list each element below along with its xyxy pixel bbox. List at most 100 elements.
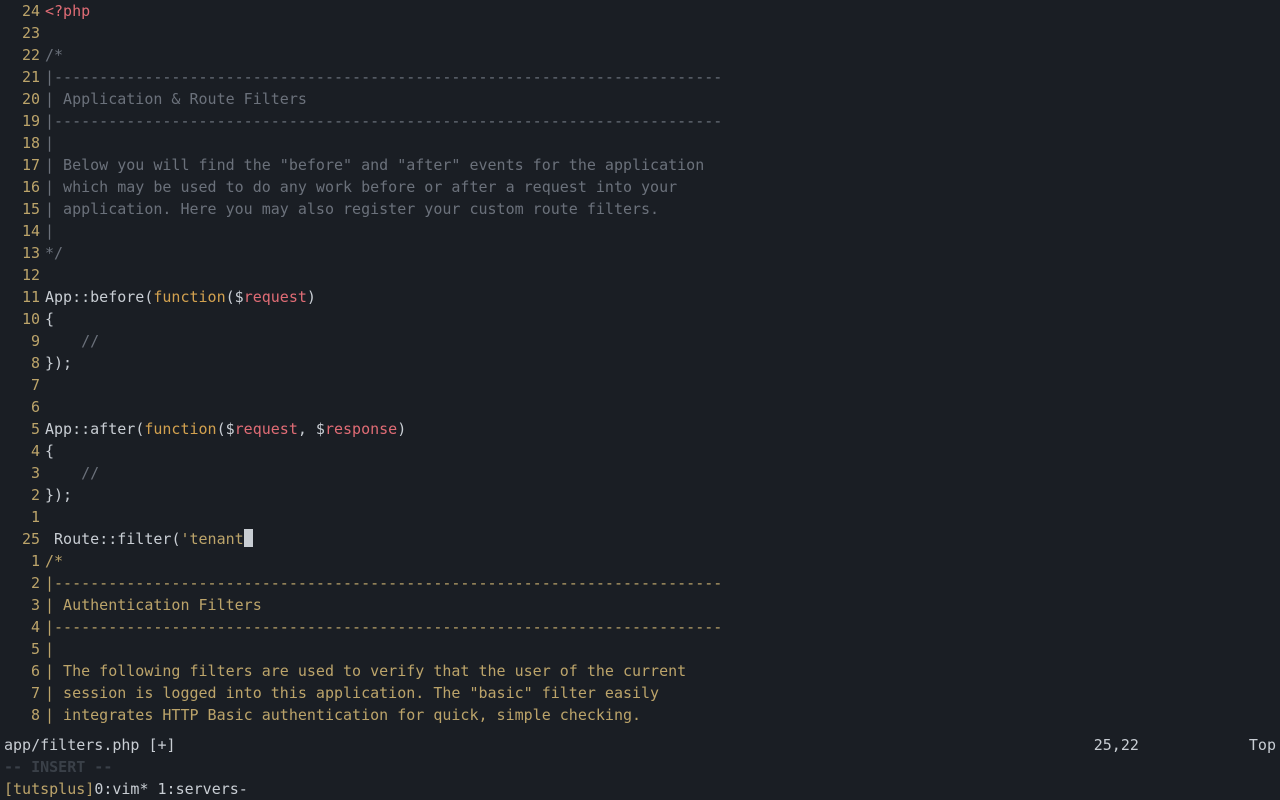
line-content[interactable]: | The following filters are used to veri… [42,660,1280,682]
code-line[interactable]: 22/* [0,44,1280,66]
code-line[interactable]: 14| [0,220,1280,242]
code-line[interactable]: 5App::after(function($request, $response… [0,418,1280,440]
line-content[interactable] [42,396,1280,418]
line-number: 9 [0,330,42,352]
code-line[interactable]: 1/* [0,550,1280,572]
code-line[interactable]: 8}); [0,352,1280,374]
line-content[interactable]: | integrates HTTP Basic authentication f… [42,704,1280,726]
line-number: 19 [0,110,42,132]
line-content[interactable]: |---------------------------------------… [42,110,1280,132]
code-line[interactable]: 2|--------------------------------------… [0,572,1280,594]
line-content[interactable]: }); [42,484,1280,506]
line-content[interactable] [42,506,1280,528]
line-number: 20 [0,88,42,110]
line-content[interactable]: | [42,638,1280,660]
tmux-window-list[interactable]: 0:vim* 1:servers- [94,778,248,800]
line-content[interactable]: */ [42,242,1280,264]
line-content[interactable]: Route::filter('tenant [42,528,1280,550]
code-line[interactable]: 24<?php [0,0,1280,22]
line-number: 5 [0,418,42,440]
code-line[interactable]: 19|-------------------------------------… [0,110,1280,132]
vim-mode-bar: -- INSERT -- [0,756,1280,778]
line-number: 4 [0,616,42,638]
code-line[interactable]: 7| session is logged into this applicati… [0,682,1280,704]
code-line[interactable]: 16| which may be used to do any work bef… [0,176,1280,198]
line-number: 7 [0,682,42,704]
line-content[interactable]: | which may be used to do any work befor… [42,176,1280,198]
line-number: 6 [0,396,42,418]
line-number: 23 [0,22,42,44]
code-line[interactable]: 17| Below you will find the "before" and… [0,154,1280,176]
line-content[interactable]: | Below you will find the "before" and "… [42,154,1280,176]
code-line[interactable]: 4{ [0,440,1280,462]
code-line[interactable]: 4|--------------------------------------… [0,616,1280,638]
line-content[interactable]: | [42,132,1280,154]
line-number: 1 [0,550,42,572]
line-number: 3 [0,462,42,484]
line-content[interactable]: App::before(function($request) [42,286,1280,308]
line-number: 21 [0,66,42,88]
line-content[interactable]: /* [42,44,1280,66]
code-line[interactable]: 1 [0,506,1280,528]
code-line[interactable]: 5| [0,638,1280,660]
vim-status-bar: app/filters.php [+] 25,22 Top [0,734,1280,756]
line-number: 8 [0,352,42,374]
code-line[interactable]: 7 [0,374,1280,396]
line-content[interactable] [42,264,1280,286]
line-number: 14 [0,220,42,242]
line-number: 8 [0,704,42,726]
code-line[interactable]: 6| The following filters are used to ver… [0,660,1280,682]
text-cursor [244,529,253,547]
code-line[interactable]: 11App::before(function($request) [0,286,1280,308]
line-content[interactable]: | application. Here you may also registe… [42,198,1280,220]
status-cursor-position: 25,22 [1094,734,1139,756]
line-content[interactable]: | session is logged into this applicatio… [42,682,1280,704]
line-content[interactable] [42,22,1280,44]
line-number: 5 [0,638,42,660]
line-content[interactable]: |---------------------------------------… [42,572,1280,594]
code-line[interactable]: 18| [0,132,1280,154]
code-editor[interactable]: 24<?php2322/*21|------------------------… [0,0,1280,734]
line-content[interactable]: | Application & Route Filters [42,88,1280,110]
code-line[interactable]: 12 [0,264,1280,286]
status-filename: app/filters.php [+] [4,734,176,756]
code-line[interactable]: 3 // [0,462,1280,484]
line-content[interactable]: App::after(function($request, $response) [42,418,1280,440]
line-content[interactable]: }); [42,352,1280,374]
code-line[interactable]: 8| integrates HTTP Basic authentication … [0,704,1280,726]
line-content[interactable]: |---------------------------------------… [42,66,1280,88]
code-line[interactable]: 23 [0,22,1280,44]
line-content[interactable]: | [42,220,1280,242]
line-content[interactable]: // [42,462,1280,484]
line-content[interactable] [42,374,1280,396]
code-line[interactable]: 13*/ [0,242,1280,264]
line-content[interactable]: <?php [42,0,1280,22]
line-number: 10 [0,308,42,330]
tmux-session-name: [tutsplus] [4,778,94,800]
code-line[interactable]: 15| application. Here you may also regis… [0,198,1280,220]
vim-mode-text: -- INSERT -- [4,756,112,778]
line-content[interactable]: // [42,330,1280,352]
line-number: 7 [0,374,42,396]
line-content[interactable]: { [42,308,1280,330]
code-line[interactable]: 2}); [0,484,1280,506]
line-number: 24 [0,0,42,22]
code-line[interactable]: 20| Application & Route Filters [0,88,1280,110]
line-number: 17 [0,154,42,176]
code-line[interactable]: 9 // [0,330,1280,352]
code-line[interactable]: 3| Authentication Filters [0,594,1280,616]
tmux-status-bar[interactable]: [tutsplus] 0:vim* 1:servers- [0,778,1280,800]
line-content[interactable]: | Authentication Filters [42,594,1280,616]
line-number: 15 [0,198,42,220]
code-line[interactable]: 6 [0,396,1280,418]
line-content[interactable]: { [42,440,1280,462]
line-content[interactable]: |---------------------------------------… [42,616,1280,638]
line-number: 1 [0,506,42,528]
code-line[interactable]: 21|-------------------------------------… [0,66,1280,88]
line-number: 3 [0,594,42,616]
line-number: 25 [0,528,42,550]
line-content[interactable]: /* [42,550,1280,572]
line-number: 4 [0,440,42,462]
code-line[interactable]: 25 Route::filter('tenant [0,528,1280,550]
code-line[interactable]: 10{ [0,308,1280,330]
